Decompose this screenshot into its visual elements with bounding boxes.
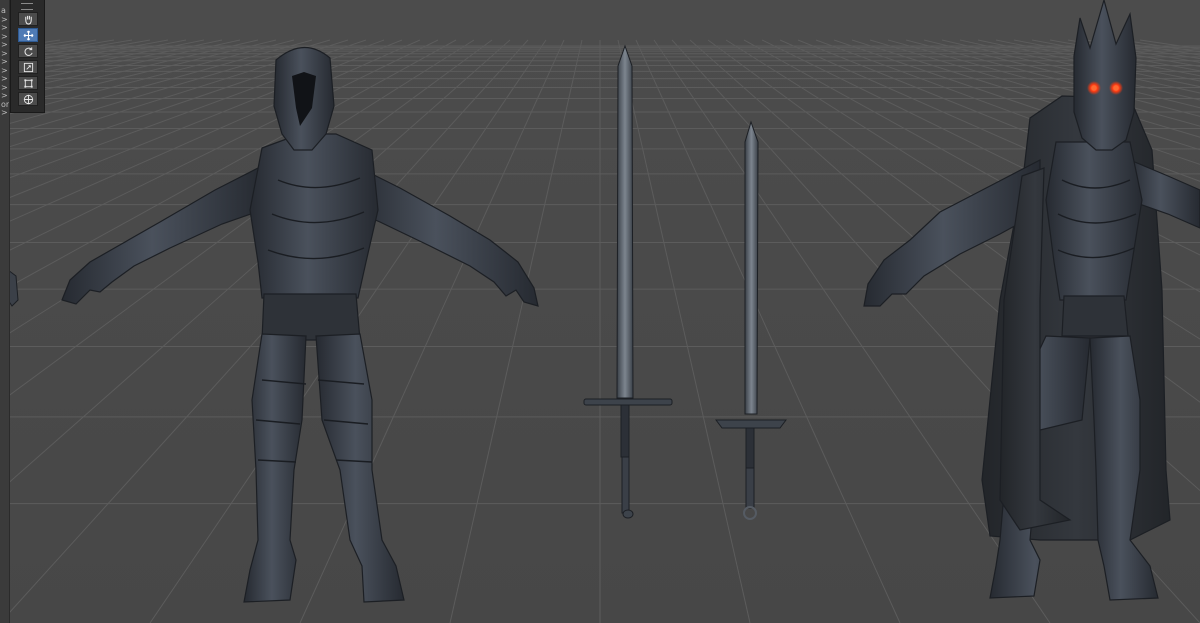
grid-line: [0, 39, 511, 492]
grid-line: [0, 39, 187, 77]
rect-transform-icon: [23, 78, 33, 88]
longsword-model-1[interactable]: [583, 44, 673, 519]
scale-tool-button[interactable]: [18, 60, 38, 74]
grid-line: [0, 39, 133, 63]
grid-line: [0, 39, 493, 403]
grid-line: [0, 39, 259, 101]
hand-tool-button[interactable]: [18, 12, 38, 26]
tool-palette: [10, 0, 45, 113]
hand-icon: [24, 15, 32, 25]
grid-line: [0, 39, 97, 56]
longsword-model-2[interactable]: [715, 120, 787, 520]
grid-line: [449, 39, 583, 623]
hierarchy-panel-edge[interactable]: a > > > > > > > > > > or >: [0, 0, 10, 623]
transform-gizmo-icon: [23, 94, 33, 104]
crowned-cloaked-knight-model[interactable]: [863, 0, 1200, 601]
transform-tool-button[interactable]: [18, 92, 38, 106]
scene-viewport[interactable]: [0, 0, 1200, 623]
scale-icon: [23, 62, 33, 72]
rotate-tool-button[interactable]: [18, 44, 38, 58]
grid-line: [0, 39, 169, 72]
move-tool-button[interactable]: [18, 28, 38, 42]
grid-line: [0, 39, 115, 60]
rotate-icon: [24, 46, 33, 56]
grid-line: [0, 39, 151, 68]
grid-line: [0, 39, 457, 293]
rect-tool-button[interactable]: [18, 76, 38, 90]
grid-line: [617, 39, 751, 623]
grid-line: [0, 39, 241, 94]
hierarchy-row-glyph[interactable]: >: [1, 108, 9, 118]
grid-line: [0, 39, 205, 82]
move-arrows-icon: [23, 30, 33, 40]
palette-drag-handle[interactable]: [21, 3, 33, 10]
scene-canvas[interactable]: [0, 0, 1200, 623]
armored-knight-model[interactable]: [61, 46, 539, 603]
grid-line: [0, 39, 277, 109]
grid-line: [635, 39, 901, 623]
